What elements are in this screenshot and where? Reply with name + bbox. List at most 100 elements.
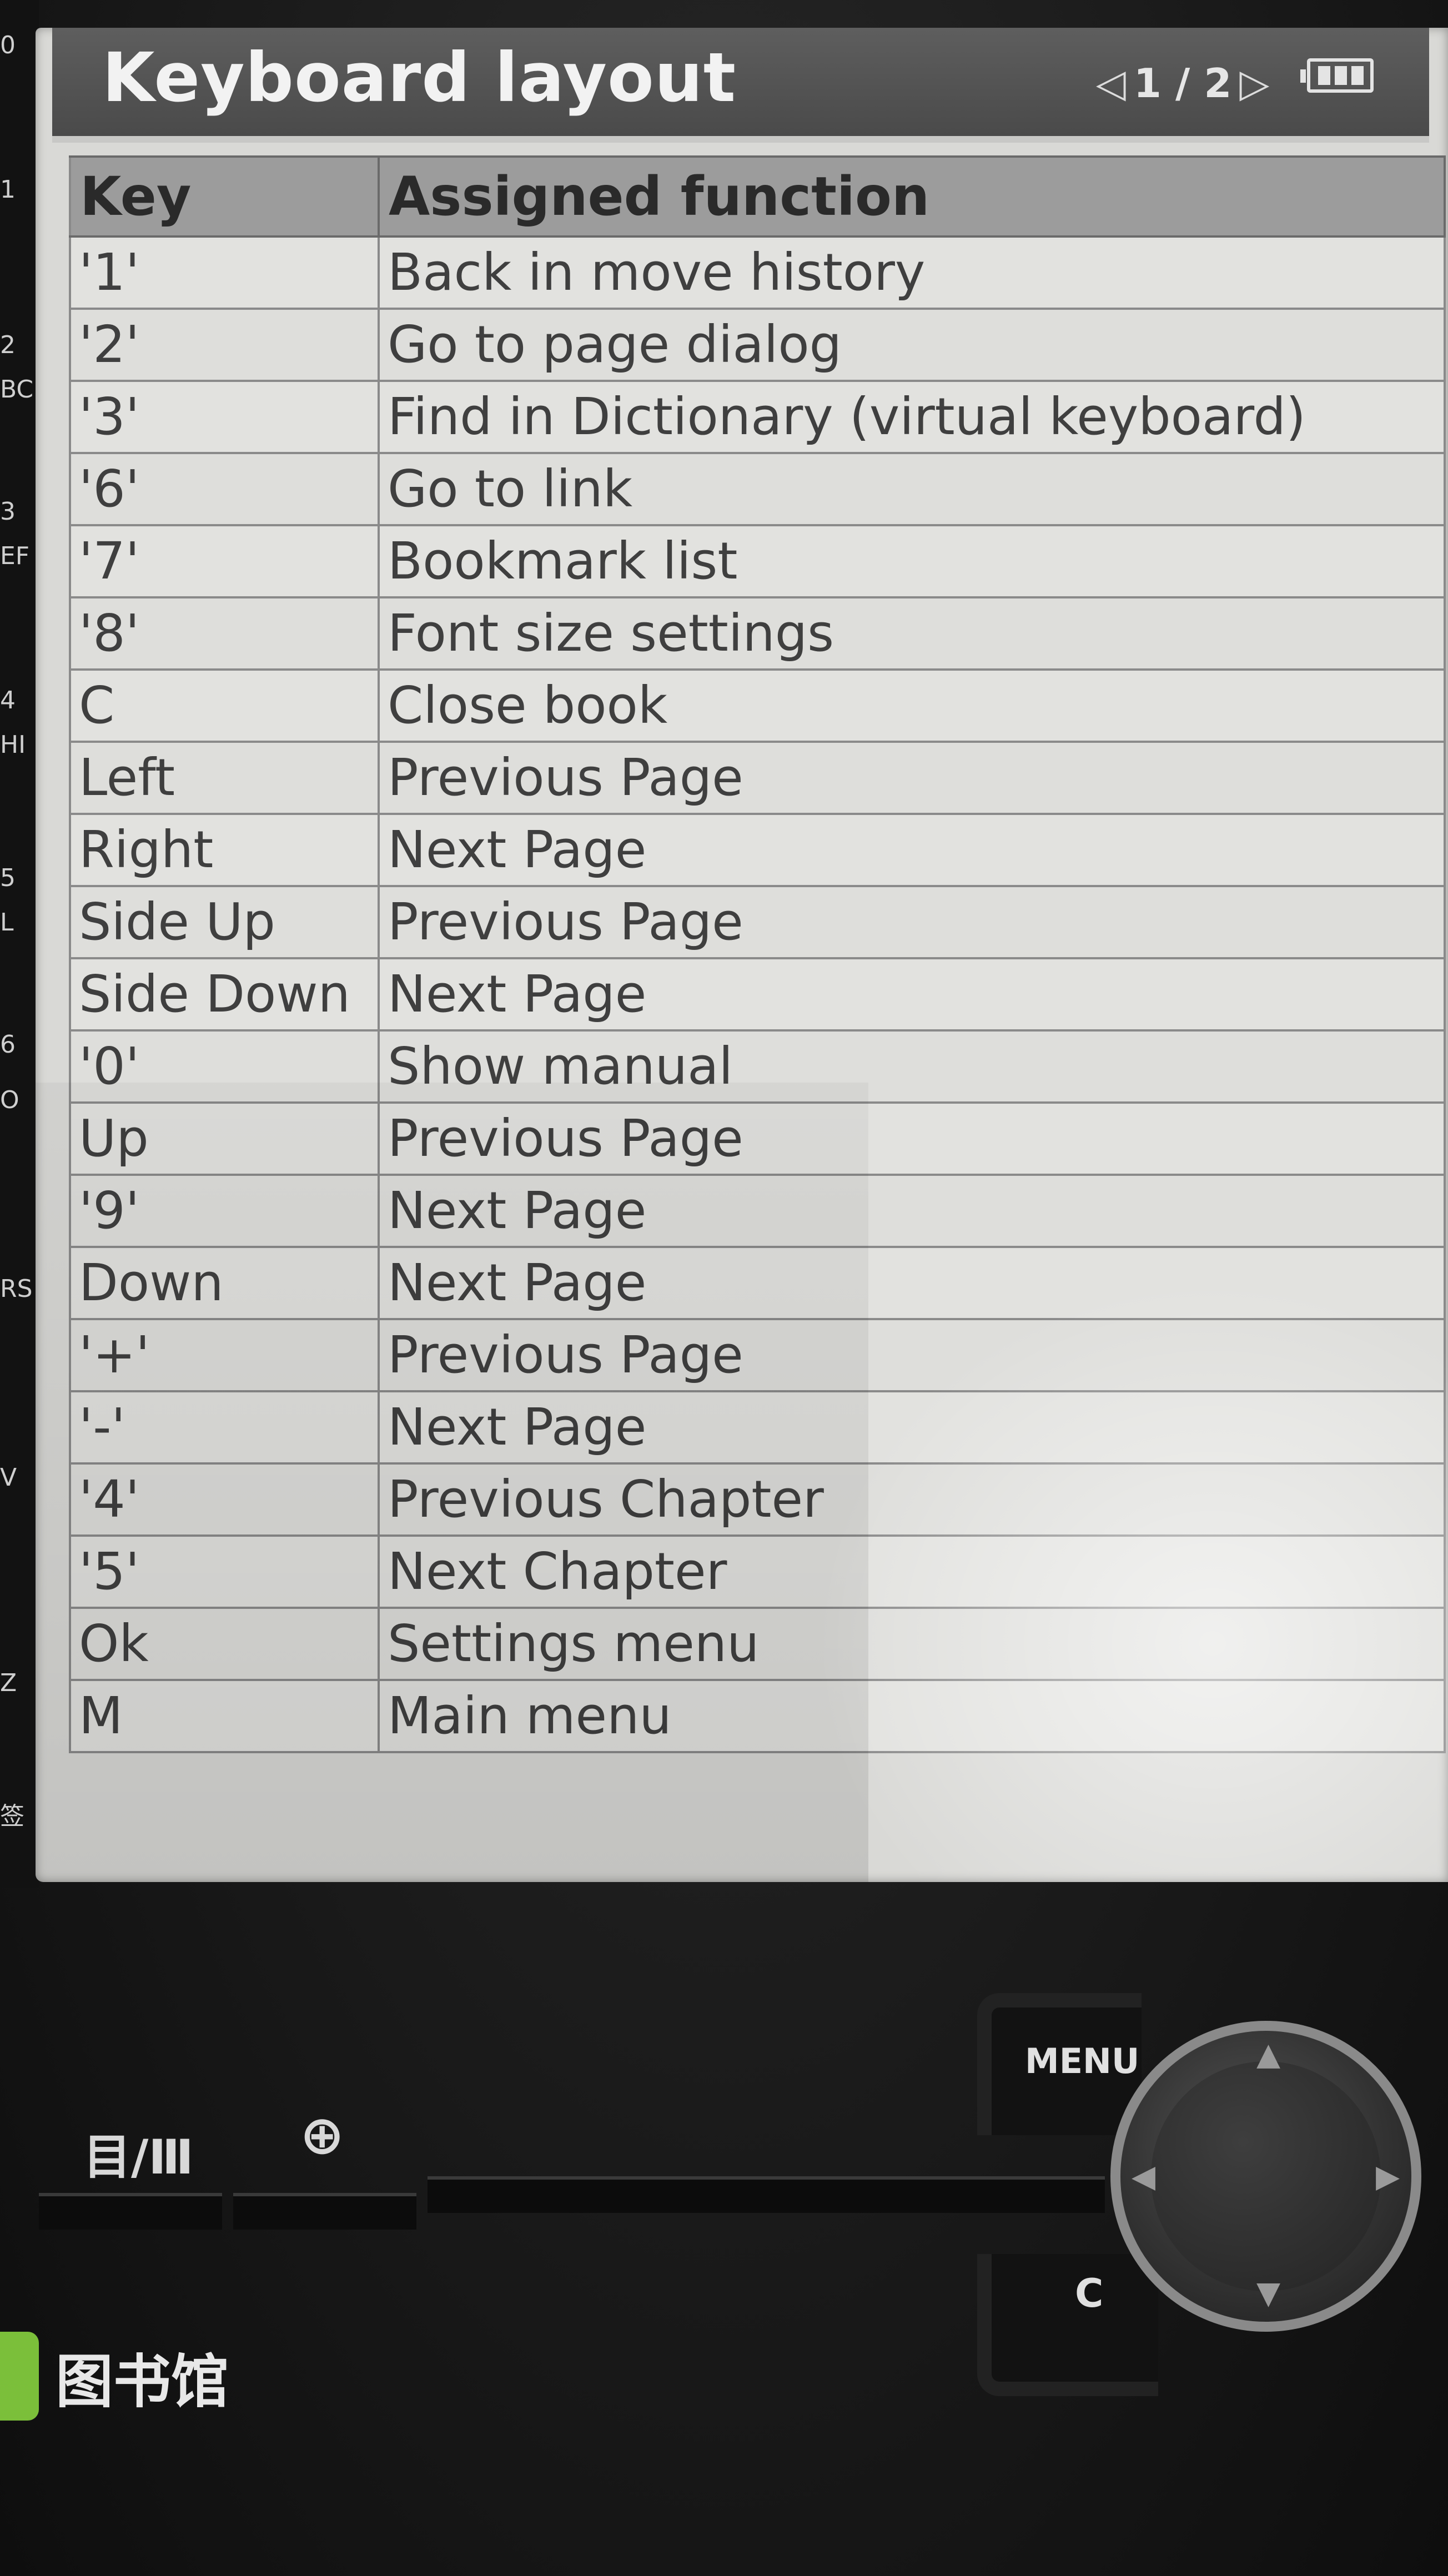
key-cell: '7' bbox=[69, 525, 380, 598]
table-row: '5' Next Chapter bbox=[69, 1536, 1446, 1609]
column-header-function: Assigned function bbox=[378, 155, 1446, 238]
key-cell: '2' bbox=[69, 309, 380, 382]
function-cell: Next Page bbox=[379, 1247, 1446, 1320]
function-cell: Back in move history bbox=[379, 237, 1446, 310]
key-cell: M bbox=[69, 1680, 380, 1753]
table-row: Right Next Page bbox=[69, 814, 1446, 887]
brand-mark bbox=[0, 2332, 39, 2421]
function-cell: Previous Page bbox=[379, 886, 1446, 959]
function-cell: Next Page bbox=[379, 1175, 1446, 1248]
key-cell: '9' bbox=[69, 1175, 380, 1248]
long-key-bar[interactable] bbox=[428, 2176, 1105, 2213]
key-cell: Side Up bbox=[69, 886, 380, 959]
function-cell: Go to page dialog bbox=[379, 309, 1446, 382]
function-cell: Next Page bbox=[379, 958, 1446, 1032]
function-cell: Find in Dictionary (virtual keyboard) bbox=[379, 381, 1446, 454]
function-cell: Go to link bbox=[379, 453, 1446, 526]
toc-button[interactable] bbox=[39, 2193, 222, 2230]
function-cell: Previous Page bbox=[379, 1319, 1446, 1392]
table-row: Side Up Previous Page bbox=[69, 886, 1446, 959]
table-row: '4' Previous Chapter bbox=[69, 1463, 1446, 1537]
side-key-label: Z bbox=[0, 1669, 17, 1697]
side-key-label: HI bbox=[0, 731, 26, 759]
side-key-label: RS bbox=[0, 1275, 33, 1303]
table-row: Left Previous Page bbox=[69, 742, 1446, 815]
function-cell: Bookmark list bbox=[379, 525, 1446, 598]
next-page-icon[interactable]: ▷ bbox=[1239, 61, 1269, 106]
table-row: M Main menu bbox=[69, 1680, 1446, 1753]
eink-screen: Keyboard layout ◁ 1 / 2 ▷ Key Assigned f… bbox=[36, 28, 1448, 1882]
zoom-button[interactable] bbox=[233, 2193, 416, 2230]
side-key-label: 0 bbox=[0, 31, 16, 59]
page-number: 1 / 2 bbox=[1133, 60, 1232, 107]
side-key-label: 签 bbox=[0, 1802, 24, 1830]
dpad-down-icon[interactable]: ▼ bbox=[1256, 2275, 1280, 2311]
function-cell: Settings menu bbox=[379, 1608, 1446, 1681]
ereader-device: 0 1 2 BC 3 EF 4 HI 5 L 6 O RS V Z 签 Keyboard layout ◁ 1… bbox=[0, 0, 1448, 2576]
menu-button[interactable]: MENU bbox=[977, 1993, 1142, 2135]
side-key-label: 5 bbox=[0, 864, 16, 892]
function-cell: Close book bbox=[379, 670, 1446, 743]
function-cell: Font size settings bbox=[379, 597, 1446, 671]
menu-button-label: MENU bbox=[1025, 2041, 1140, 2081]
key-cell: '0' bbox=[69, 1030, 380, 1104]
zoom-icon: ⊕ bbox=[300, 2104, 345, 2166]
dpad-right-icon[interactable]: ▶ bbox=[1376, 2159, 1400, 2195]
side-key-label: 4 bbox=[0, 686, 16, 715]
brand-logo: 图书馆 bbox=[0, 2332, 229, 2421]
table-row: '1' Back in move history bbox=[69, 237, 1446, 310]
page-title: Keyboard layout bbox=[102, 38, 737, 117]
function-cell: Main menu bbox=[379, 1680, 1446, 1753]
table-row: '3' Find in Dictionary (virtual keyboard) bbox=[69, 381, 1446, 454]
side-key-label: O bbox=[0, 1086, 19, 1114]
table-header-row: Key Assigned function bbox=[69, 155, 1446, 238]
table-row: Side Down Next Page bbox=[69, 958, 1446, 1032]
dpad[interactable]: ▲ ▼ ◀ ▶ bbox=[1110, 2021, 1421, 2332]
key-cell: Down bbox=[69, 1247, 380, 1320]
function-cell: Previous Page bbox=[379, 1103, 1446, 1176]
side-key-label: 6 bbox=[0, 1030, 16, 1059]
side-key-label: L bbox=[0, 908, 14, 937]
side-key-label: 3 bbox=[0, 497, 16, 526]
function-cell: Next Chapter bbox=[379, 1536, 1446, 1609]
key-cell: '+' bbox=[69, 1319, 380, 1392]
key-cell: '8' bbox=[69, 597, 380, 671]
close-button-label: C bbox=[1075, 2271, 1104, 2316]
function-cell: Next Page bbox=[379, 814, 1446, 887]
table-row: '2' Go to page dialog bbox=[69, 309, 1446, 382]
table-row: C Close book bbox=[69, 670, 1446, 743]
column-header-key: Key bbox=[69, 155, 380, 238]
function-cell: Show manual bbox=[379, 1030, 1446, 1104]
table-row: '-' Next Page bbox=[69, 1391, 1446, 1465]
key-cell: '6' bbox=[69, 453, 380, 526]
prev-page-icon[interactable]: ◁ bbox=[1096, 61, 1126, 106]
brand-text: 图书馆 bbox=[56, 2347, 229, 2416]
title-bar: Keyboard layout ◁ 1 / 2 ▷ bbox=[52, 28, 1429, 143]
function-cell: Previous Page bbox=[379, 742, 1446, 815]
key-cell: C bbox=[69, 670, 380, 743]
function-cell: Previous Chapter bbox=[379, 1463, 1446, 1537]
close-button[interactable]: C bbox=[977, 2254, 1158, 2396]
key-cell: Side Down bbox=[69, 958, 380, 1032]
dpad-up-icon[interactable]: ▲ bbox=[1256, 2036, 1280, 2072]
keyboard-layout-table: Key Assigned function '1' Back in move hi… bbox=[69, 155, 1446, 1753]
side-key-label: V bbox=[0, 1463, 17, 1492]
toc-button-label: 目/Ⅲ bbox=[83, 2130, 194, 2185]
page-indicator: ◁ 1 / 2 ▷ bbox=[1096, 56, 1269, 111]
dpad-left-icon[interactable]: ◀ bbox=[1132, 2159, 1155, 2195]
table-row: '7' Bookmark list bbox=[69, 525, 1446, 598]
key-cell: Ok bbox=[69, 1608, 380, 1681]
key-cell: '-' bbox=[69, 1391, 380, 1465]
side-key-label: 1 bbox=[0, 175, 16, 204]
key-cell: Right bbox=[69, 814, 380, 887]
key-cell: '1' bbox=[69, 237, 380, 310]
table-row: '6' Go to link bbox=[69, 453, 1446, 526]
battery-icon bbox=[1300, 58, 1374, 93]
key-cell: '3' bbox=[69, 381, 380, 454]
table-row: Down Next Page bbox=[69, 1247, 1446, 1320]
function-cell: Next Page bbox=[379, 1391, 1446, 1465]
side-key-strip: 0 1 2 BC 3 EF 4 HI 5 L 6 O RS V Z 签 bbox=[0, 0, 39, 1888]
dpad-ok-button[interactable] bbox=[1151, 2061, 1381, 2291]
side-key-label: EF bbox=[0, 542, 30, 570]
table-row: '9' Next Page bbox=[69, 1175, 1446, 1248]
